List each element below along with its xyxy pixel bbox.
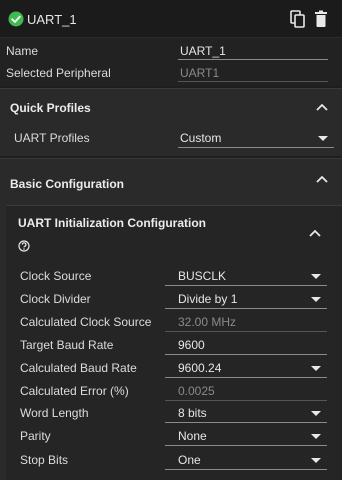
word-length-row: Word Length 8 bits (0, 402, 342, 424)
word-length-label: Word Length (20, 406, 89, 420)
calculated-clock-source-row: Calculated Clock Source 32.00 MHz (0, 311, 342, 333)
word-length-value: 8 bits (178, 406, 207, 420)
uart-init-title: UART Initialization Configuration (18, 216, 206, 230)
stop-bits-value: One (178, 453, 201, 467)
selected-peripheral-row: Selected Peripheral UART1 (0, 62, 342, 84)
parity-select[interactable]: None (165, 426, 327, 446)
clock-divider-label: Clock Divider (20, 292, 91, 306)
uart-profiles-row: UART Profiles Custom (0, 127, 342, 149)
calculated-clock-source-field: 32.00 MHz (165, 312, 327, 332)
check-circle-icon (8, 11, 24, 27)
uart-profiles-value: Custom (180, 131, 222, 145)
chevron-down-icon (318, 136, 328, 141)
parity-value: None (178, 429, 207, 443)
calculated-error-row: Calculated Error (%) 0.0025 (0, 380, 342, 402)
parity-label: Parity (20, 429, 51, 443)
word-length-select[interactable]: 8 bits (165, 403, 327, 423)
delete-icon[interactable] (313, 10, 329, 28)
uart-profiles-label: UART Profiles (14, 131, 90, 145)
name-label: Name (6, 44, 39, 58)
calculated-error-label: Calculated Error (%) (20, 384, 129, 398)
chevron-up-icon[interactable] (316, 103, 328, 111)
clock-source-label: Clock Source (20, 269, 92, 283)
calculated-baud-rate-value: 9600.24 (178, 361, 222, 375)
calculated-baud-rate-select[interactable]: 9600.24 (165, 358, 327, 378)
selected-peripheral-field: UART1 (178, 64, 328, 82)
name-row: Name UART_1 (0, 40, 342, 62)
uart-profiles-select[interactable]: Custom (178, 128, 334, 148)
chevron-down-icon (311, 434, 321, 439)
target-baud-rate-input[interactable]: 9600 (165, 335, 327, 355)
calculated-clock-source-label: Calculated Clock Source (20, 315, 152, 329)
component-header: UART_1 (0, 0, 342, 38)
chevron-down-icon (311, 411, 321, 416)
top-fields: Name UART_1 Selected Peripheral UART1 (0, 38, 342, 86)
selected-peripheral-label: Selected Peripheral (6, 66, 111, 80)
calculated-error-field: 0.0025 (165, 381, 327, 401)
chevron-down-icon (311, 274, 321, 279)
stop-bits-row: Stop Bits One (0, 449, 342, 471)
parity-row: Parity None (0, 425, 342, 447)
stop-bits-label: Stop Bits (20, 453, 69, 467)
calculated-baud-rate-label: Calculated Baud Rate (20, 361, 137, 375)
target-baud-rate-row: Target Baud Rate 9600 (0, 334, 342, 356)
quick-profiles-section: Quick Profiles UART Profiles Custom (0, 88, 342, 156)
clock-divider-select[interactable]: Divide by 1 (165, 289, 327, 309)
basic-configuration-title[interactable]: Basic Configuration (10, 177, 124, 191)
clock-divider-value: Divide by 1 (178, 292, 238, 306)
calculated-baud-rate-row: Calculated Baud Rate 9600.24 (0, 357, 342, 379)
target-baud-rate-label: Target Baud Rate (20, 338, 114, 352)
chevron-down-icon (311, 366, 321, 371)
quick-profiles-title[interactable]: Quick Profiles (10, 101, 91, 115)
chevron-up-icon[interactable] (309, 229, 321, 237)
name-field[interactable]: UART_1 (178, 42, 328, 60)
chevron-down-icon (311, 297, 321, 302)
clock-divider-row: Clock Divider Divide by 1 (0, 288, 342, 310)
component-title: UART_1 (27, 12, 77, 27)
clock-source-row: Clock Source BUSCLK (0, 265, 342, 287)
help-icon[interactable] (18, 240, 30, 252)
stop-bits-select[interactable]: One (165, 450, 327, 470)
copy-icon[interactable] (290, 10, 306, 28)
chevron-up-icon[interactable] (316, 175, 328, 183)
clock-source-value: BUSCLK (178, 269, 227, 283)
chevron-down-icon (311, 458, 321, 463)
clock-source-select[interactable]: BUSCLK (165, 266, 327, 286)
